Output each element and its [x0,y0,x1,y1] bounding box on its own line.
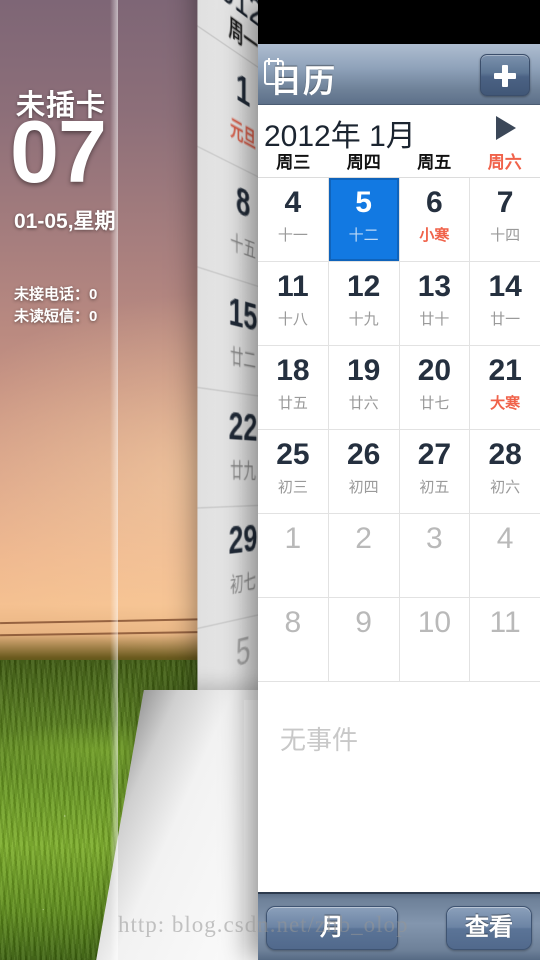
weekday-4: 周六 [487,153,522,172]
next-month-arrow-icon[interactable] [496,116,516,140]
lunar-label: 廿五 [277,395,308,412]
app-title: 日历 [270,63,337,99]
day-number: 7 [496,186,514,219]
add-event-button[interactable] [480,54,530,96]
lunar-label: 初三 [277,479,308,496]
day-number: 25 [276,438,310,471]
day-cell[interactable]: 26 初四 [329,430,400,513]
day-cell[interactable]: 14 廿一 [470,262,540,345]
month-bar: 2012年 1月 [258,105,540,153]
day-cell[interactable]: 1 [258,514,329,597]
day-number: 2 [355,522,372,555]
day-cell[interactable]: 2 [329,514,400,597]
day-cell[interactable]: 4 [470,514,540,597]
month-title: 2012年 1月 [264,120,416,153]
day-cell[interactable]: 8 [258,598,329,681]
day-number: 27 [417,438,452,471]
calendar-front-panel[interactable]: 日历 2012年 1月 周三 周四 周五 周六 4 十一 5 十二 6 小寒 7 十四 11 十八 12 十… [258,0,540,960]
day-number: 4 [284,186,302,219]
status-bar-front [258,0,540,44]
day-number: 5 [355,186,372,219]
lunar-label: 小寒 [419,227,450,244]
day-number: 3 [426,522,443,555]
day-number: 14 [488,270,522,303]
day-cell[interactable]: 11 十八 [258,262,329,345]
day-number: 11 [277,270,309,303]
day-cell[interactable]: 10 [400,598,471,681]
day-cell[interactable]: 19 廿六 [329,346,400,429]
lunar-label: 十一 [277,227,308,244]
calendar-week-row: 18 廿五 19 廿六 20 廿七 21 大寒 [258,346,540,430]
day-cell[interactable]: 28 初六 [470,430,540,513]
phone-screen: 未插卡 07 01-05,星期 未接电话：0 未读短信：0 日历 2012年 周… [0,0,540,960]
day-number: 12 [346,270,381,303]
day-number: 10 [417,606,452,639]
calendar-week-row: 25 初三 26 初四 27 初五 28 初六 [258,430,540,514]
day-cell[interactable]: 18 廿五 [258,346,329,429]
day-cell[interactable]: 21 大寒 [470,346,540,429]
day-cell[interactable]: 9 [329,598,400,681]
lunar-label: 十八 [277,311,308,328]
day-cell[interactable]: 5 十二 [328,178,400,261]
lunar-label: 十四 [490,227,521,244]
no-events-label: 无事件 [280,725,359,755]
lunar-label: 廿一 [490,311,521,328]
day-number: 1 [284,522,302,555]
calendar-week-row: 1 2 3 4 [258,514,540,598]
day-cell[interactable]: 6 小寒 [400,178,471,261]
lunar-label: 廿七 [419,395,450,412]
day-number: 18 [276,354,310,387]
lunar-label: 初六 [490,479,521,496]
lunar-label: 十二 [348,227,379,244]
day-cell[interactable]: 13 廿十 [400,262,471,345]
day-number: 8 [284,606,302,639]
day-number: 11 [489,606,521,639]
lunar-label: 廿六 [348,395,379,412]
day-number: 21 [488,354,522,387]
day-number: 13 [417,270,452,303]
day-number: 9 [355,606,372,639]
day-cell[interactable]: 25 初三 [258,430,329,513]
lunar-label: 初四 [348,479,379,496]
day-cell[interactable]: 20 廿七 [400,346,471,429]
day-number: 6 [426,186,443,219]
calendar-week-row: 4 十一 5 十二 6 小寒 7 十四 [258,178,540,262]
day-cell[interactable]: 4 十一 [258,178,329,261]
lunar-label: 十九 [348,311,379,328]
day-number: 4 [496,522,514,555]
day-number: 28 [488,438,522,471]
day-cell[interactable]: 3 [400,514,471,597]
day-number: 26 [346,438,381,471]
watermark-text: http: blog.csdn.net/zhb_olop [118,912,409,937]
app-bar: 日历 [258,44,540,105]
day-cell[interactable]: 12 十九 [329,262,400,345]
day-cell[interactable]: 7 十四 [470,178,540,261]
lunar-label: 廿十 [419,311,450,328]
day-number: 19 [346,354,381,387]
weekday-header: 周三 周四 周五 周六 [258,151,540,178]
panel-edge-highlight [110,0,118,960]
lunar-label: 大寒 [490,395,521,412]
calendar-week-row: 8 9 10 11 [258,598,540,682]
day-cell[interactable]: 27 初五 [400,430,471,513]
calendar-transition-scene: 日历 2012年 周一周二周三 1元旦2初九3初十8十五9十六10十七15廿二1… [0,0,540,960]
day-cell[interactable]: 11 [470,598,540,681]
calendar-grid[interactable]: 4 十一 5 十二 6 小寒 7 十四 11 十八 12 十九 13 廿十 14 廿一 18 廿五 19 廿六 20 廿七… [258,178,540,682]
lunar-label: 初五 [419,479,450,496]
calendar-week-row: 11 十八 12 十九 13 廿十 14 廿一 [258,262,540,346]
day-number: 20 [417,354,452,387]
